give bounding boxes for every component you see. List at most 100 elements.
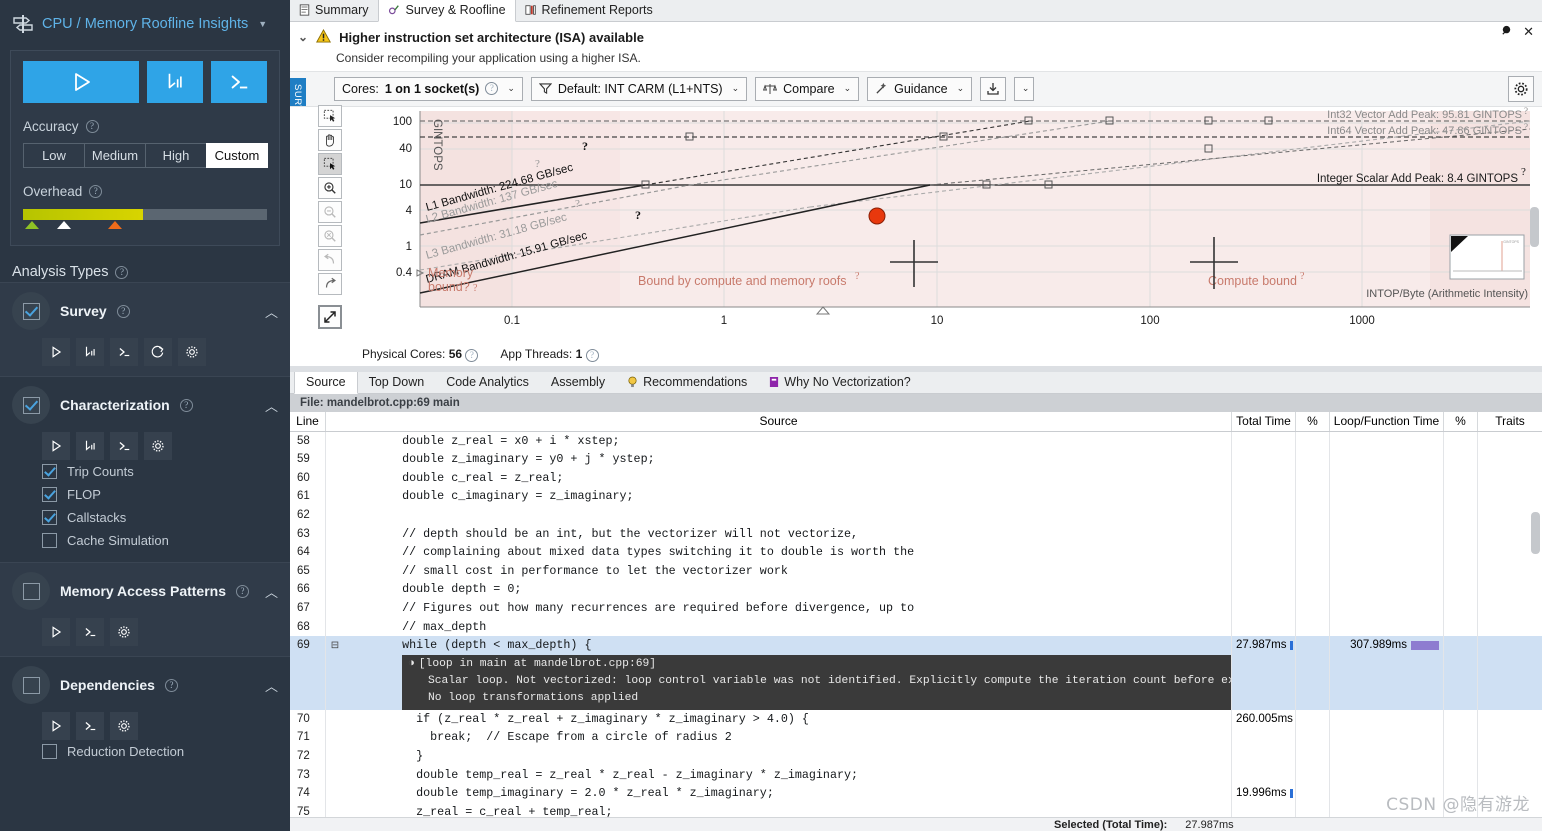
analysis-group-survey-header[interactable]: Survey ? ︿ bbox=[0, 292, 290, 330]
tab-refinement-reports[interactable]: Refinement Reports bbox=[516, 0, 663, 21]
table-row[interactable]: 58 double z_real = x0 + i * xstep; bbox=[290, 431, 1542, 451]
double-chevron-down-icon[interactable]: ⌄ bbox=[298, 31, 308, 43]
characterization-checkbox[interactable] bbox=[22, 396, 40, 414]
help-icon[interactable]: ? bbox=[179, 398, 193, 412]
help-icon[interactable]: ? bbox=[236, 584, 250, 598]
chevron-up-icon[interactable]: ︿ bbox=[265, 582, 278, 601]
tab-assembly[interactable]: Assembly bbox=[540, 372, 616, 393]
tab-source[interactable]: Source bbox=[294, 372, 358, 394]
run-analysis-button[interactable] bbox=[23, 61, 139, 103]
help-icon[interactable]: ? bbox=[585, 349, 599, 363]
table-row[interactable]: 65 // small cost in performance to let t… bbox=[290, 561, 1542, 581]
map-checkbox[interactable] bbox=[22, 582, 40, 600]
table-row[interactable]: 62 bbox=[290, 506, 1542, 525]
source-scrollbar[interactable] bbox=[1531, 511, 1540, 554]
analysis-group-dependencies-header[interactable]: Dependencies ? ︿ bbox=[0, 666, 290, 704]
survey-checkbox-wrap[interactable] bbox=[12, 292, 50, 330]
command-line-button[interactable] bbox=[210, 61, 267, 103]
chevron-down-icon[interactable]: ⌄ bbox=[844, 83, 852, 94]
overhead-marker-green[interactable] bbox=[25, 221, 39, 229]
accuracy-option-medium[interactable]: Medium bbox=[84, 143, 146, 168]
guidance-button[interactable]: Guidance ⌄ bbox=[867, 76, 973, 101]
tab-survey-roofline[interactable]: Survey & Roofline bbox=[378, 0, 516, 22]
characterization-terminal-icon[interactable] bbox=[110, 432, 138, 460]
close-icon[interactable]: ✕ bbox=[1523, 24, 1534, 40]
column-header-traits[interactable]: Traits bbox=[1478, 412, 1542, 431]
zoom-out-tool[interactable] bbox=[318, 201, 342, 223]
accuracy-option-custom[interactable]: Custom bbox=[206, 143, 268, 168]
table-row[interactable]: 67 // Figures out how many recurrences a… bbox=[290, 599, 1542, 618]
characterization-checkbox-wrap[interactable] bbox=[12, 386, 50, 424]
undo-tool[interactable] bbox=[318, 249, 342, 271]
characterization-gear-icon[interactable] bbox=[144, 432, 172, 460]
run-with-markers-button[interactable] bbox=[146, 61, 203, 103]
cache-simulation-checkbox[interactable] bbox=[42, 533, 57, 548]
table-row[interactable]: 71 break; // Escape from a circle of rad… bbox=[290, 728, 1542, 747]
survey-play-pause-icon[interactable] bbox=[76, 338, 104, 366]
help-icon[interactable]: ? bbox=[89, 185, 103, 198]
suboption-trip-counts[interactable]: Trip Counts bbox=[0, 460, 290, 483]
tab-why-no-vectorization[interactable]: Why No Vectorization? bbox=[758, 372, 921, 393]
column-header-percent-1[interactable]: % bbox=[1296, 411, 1330, 431]
table-row[interactable]: 72 } bbox=[290, 746, 1542, 766]
chevron-down-icon[interactable]: ⌄ bbox=[507, 83, 515, 94]
survey-terminal-icon[interactable] bbox=[110, 338, 138, 366]
suboption-cache-simulation[interactable]: Cache Simulation bbox=[0, 529, 290, 552]
chevron-up-icon[interactable]: ︿ bbox=[265, 676, 278, 695]
table-row[interactable]: 69 ⊟ while (depth < max_depth) {27.987ms 3… bbox=[290, 636, 1542, 655]
help-icon[interactable]: ? bbox=[164, 678, 178, 692]
source-code-table[interactable]: 58 double z_real = x0 + i * xstep; 59 dou… bbox=[290, 431, 1542, 831]
help-icon[interactable]: ? bbox=[115, 265, 129, 279]
zoom-reset-tool[interactable] bbox=[318, 225, 342, 247]
table-row[interactable]: 61 double c_imaginary = z_imaginary; bbox=[290, 487, 1542, 507]
suboption-flop[interactable]: FLOP bbox=[0, 483, 290, 506]
column-header-source[interactable]: Source bbox=[326, 411, 1232, 431]
table-row[interactable]: 68 // max_depth bbox=[290, 617, 1542, 637]
table-row[interactable]: 74 double temp_imaginary = 2.0 * z_real … bbox=[290, 784, 1542, 803]
chevron-down-icon[interactable]: ⌄ bbox=[732, 83, 740, 94]
redo-tool[interactable] bbox=[318, 273, 342, 295]
dependencies-checkbox-wrap[interactable] bbox=[12, 666, 50, 704]
tab-top-down[interactable]: Top Down bbox=[358, 372, 436, 393]
column-header-loop-function-time[interactable]: Loop/Function Time bbox=[1330, 411, 1444, 431]
export-button[interactable] bbox=[980, 76, 1007, 101]
overhead-marker-orange[interactable] bbox=[108, 221, 122, 229]
table-row[interactable]: 70 if (z_real * z_real + z_imaginary * z… bbox=[290, 709, 1542, 729]
table-row[interactable]: 59 double z_imaginary = y0 + j * ystep; bbox=[290, 450, 1542, 469]
map-play-icon[interactable] bbox=[42, 618, 70, 646]
help-icon[interactable]: ? bbox=[485, 82, 499, 96]
fullscreen-tool[interactable] bbox=[318, 305, 342, 329]
roofline-plot[interactable]: 100 40 10 4 1 0.4 GINTOPS 0.1 1 10 100 1… bbox=[290, 107, 1542, 351]
analysis-group-map-header[interactable]: Memory Access Patterns ? ︿ bbox=[0, 572, 290, 610]
table-row[interactable]: 60 double c_real = z_real; bbox=[290, 468, 1542, 488]
tab-recommendations[interactable]: Recommendations bbox=[616, 372, 758, 393]
roofline-settings-button[interactable] bbox=[1508, 75, 1534, 102]
dependencies-terminal-icon[interactable] bbox=[76, 712, 104, 740]
minus-box-icon[interactable]: ⊟ bbox=[326, 640, 344, 651]
dependencies-checkbox[interactable] bbox=[22, 676, 40, 694]
compare-button[interactable]: Compare ⌄ bbox=[755, 76, 860, 101]
accuracy-option-high[interactable]: High bbox=[145, 143, 207, 168]
pan-tool[interactable] bbox=[318, 129, 342, 151]
callstacks-checkbox[interactable] bbox=[42, 510, 57, 525]
suboption-reduction-detection[interactable]: Reduction Detection bbox=[0, 740, 290, 763]
column-header-total-time[interactable]: Total Time bbox=[1232, 411, 1296, 431]
chart-scrollbar[interactable] bbox=[1530, 206, 1539, 247]
project-title-bar[interactable]: CPU / Memory Roofline Insights ▼ bbox=[0, 0, 290, 46]
survey-refresh-icon[interactable] bbox=[144, 338, 172, 366]
chevron-up-icon[interactable]: ︿ bbox=[265, 396, 278, 415]
export-dropdown-button[interactable]: ⌄ bbox=[1014, 76, 1035, 101]
tab-summary[interactable]: Summary bbox=[290, 0, 378, 21]
chevron-down-icon[interactable]: ⌄ bbox=[1022, 83, 1030, 94]
overhead-slider[interactable] bbox=[23, 209, 267, 220]
dependencies-gear-icon[interactable] bbox=[110, 712, 138, 740]
rect-select-tool[interactable] bbox=[318, 105, 342, 127]
suboption-callstacks[interactable]: Callstacks bbox=[0, 506, 290, 529]
analysis-group-characterization-header[interactable]: Characterization ? ︿ bbox=[0, 386, 290, 424]
chevron-down-icon[interactable]: ⌄ bbox=[957, 83, 965, 94]
roofline-chart[interactable]: 100 40 10 4 1 0.4 GINTOPS 0.1 1 10 100 1… bbox=[290, 105, 1542, 345]
chevron-up-icon[interactable]: ︿ bbox=[265, 302, 278, 321]
table-row[interactable]: 73 double temp_real = z_real * z_real - … bbox=[290, 765, 1542, 785]
table-row[interactable]: 63 // depth should be an int, but the ve… bbox=[290, 524, 1542, 544]
table-row[interactable]: 66 double depth = 0; bbox=[290, 580, 1542, 599]
